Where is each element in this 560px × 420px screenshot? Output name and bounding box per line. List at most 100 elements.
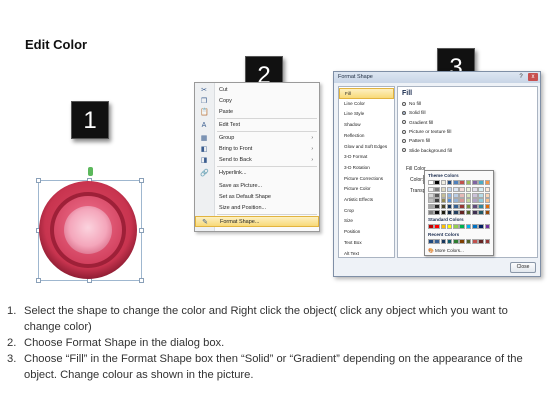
menu-item-copy[interactable]: ❐ Copy <box>195 96 319 107</box>
category-crop[interactable]: Crop <box>339 206 394 217</box>
help-button[interactable]: ? <box>516 73 526 81</box>
color-swatch[interactable] <box>484 204 491 210</box>
color-swatch[interactable] <box>459 187 465 192</box>
color-swatch[interactable] <box>478 224 484 229</box>
menu-item-cut[interactable]: ✂ Cut <box>195 85 319 96</box>
color-swatch[interactable] <box>440 180 447 185</box>
category-line-color[interactable]: Line Color <box>339 99 394 110</box>
category-picture-corrections[interactable]: Picture Corrections <box>339 174 394 185</box>
color-swatch[interactable] <box>453 204 459 210</box>
radio-button-icon[interactable] <box>402 101 406 106</box>
fill-option-solid-fill[interactable]: Solid fill <box>402 110 426 117</box>
color-swatch[interactable] <box>484 198 491 204</box>
category-picture-color[interactable]: Picture Color <box>339 184 394 195</box>
color-swatch[interactable] <box>459 180 465 185</box>
color-swatch[interactable] <box>434 187 440 192</box>
color-swatch[interactable] <box>459 204 465 210</box>
category-shadow[interactable]: Shadow <box>339 120 394 131</box>
radio-button-icon[interactable] <box>402 111 406 116</box>
color-swatch[interactable] <box>459 224 465 229</box>
color-swatch[interactable] <box>434 180 440 185</box>
radio-button-icon[interactable] <box>402 129 406 134</box>
close-icon[interactable]: x <box>528 73 538 81</box>
menu-item-hyperlink[interactable]: 🔗 Hyperlink... <box>195 168 319 179</box>
color-swatch[interactable] <box>440 204 447 210</box>
color-swatch[interactable] <box>471 192 478 198</box>
color-swatch[interactable] <box>428 239 434 244</box>
color-swatch[interactable] <box>446 187 453 192</box>
menu-item-send-to-back[interactable]: ◨ Send to Back › <box>195 155 319 166</box>
color-swatch[interactable] <box>440 224 447 229</box>
color-swatch[interactable] <box>478 209 484 215</box>
radio-button-icon[interactable] <box>402 120 406 125</box>
color-swatch[interactable] <box>453 224 459 229</box>
color-swatch[interactable] <box>446 198 453 204</box>
category-size[interactable]: Size <box>339 216 394 227</box>
fill-option-no-fill[interactable]: No fill <box>402 101 421 108</box>
color-swatch[interactable] <box>471 204 478 210</box>
color-swatch[interactable] <box>440 187 447 192</box>
color-swatch[interactable] <box>434 224 440 229</box>
more-colors-link[interactable]: 🎨 More Colors... <box>428 248 464 254</box>
color-swatch[interactable] <box>434 198 440 204</box>
fill-option-picture-or-texture-fill[interactable]: Picture or texture fill <box>402 129 451 136</box>
menu-item-format-shape[interactable]: ✎ Format Shape... <box>195 216 319 227</box>
color-swatch[interactable] <box>446 180 453 185</box>
category-reflection[interactable]: Reflection <box>339 131 394 142</box>
category-line-style[interactable]: Line Style <box>339 109 394 120</box>
color-swatch[interactable] <box>484 239 491 244</box>
color-swatch[interactable] <box>440 209 447 215</box>
color-swatch[interactable] <box>465 239 472 244</box>
color-swatch[interactable] <box>459 192 465 198</box>
color-swatch[interactable] <box>434 209 440 215</box>
menu-item-save-as-picture[interactable]: Save as Picture... <box>195 181 319 192</box>
color-swatch[interactable] <box>459 239 465 244</box>
color-swatch[interactable] <box>465 192 472 198</box>
category-3-d-rotation[interactable]: 3-D Rotation <box>339 163 394 174</box>
radio-button-icon[interactable] <box>402 138 406 143</box>
color-swatch[interactable] <box>453 198 459 204</box>
color-swatch[interactable] <box>440 192 447 198</box>
close-button[interactable]: Close <box>510 262 536 273</box>
fill-option-gradient-fill[interactable]: Gradient fill <box>402 120 433 127</box>
color-swatch[interactable] <box>434 192 440 198</box>
color-swatch[interactable] <box>434 204 440 210</box>
color-swatch[interactable] <box>471 224 478 229</box>
color-swatch[interactable] <box>484 224 491 229</box>
color-swatch[interactable] <box>484 187 491 192</box>
color-swatch[interactable] <box>459 198 465 204</box>
color-swatch[interactable] <box>478 204 484 210</box>
radio-button-icon[interactable] <box>402 148 406 153</box>
color-swatch[interactable] <box>446 239 453 244</box>
category-text-box[interactable]: Text Box <box>339 238 394 249</box>
category-fill[interactable]: Fill <box>339 88 394 99</box>
color-swatch[interactable] <box>478 187 484 192</box>
color-swatch[interactable] <box>453 180 459 185</box>
color-swatch[interactable] <box>478 192 484 198</box>
color-swatch[interactable] <box>478 198 484 204</box>
color-swatch[interactable] <box>428 198 434 204</box>
color-swatch[interactable] <box>446 224 453 229</box>
color-swatch[interactable] <box>465 204 472 210</box>
color-swatch[interactable] <box>478 239 484 244</box>
category-artistic-effects[interactable]: Artistic Effects <box>339 195 394 206</box>
color-swatch[interactable] <box>434 239 440 244</box>
color-swatch[interactable] <box>453 192 459 198</box>
color-swatch[interactable] <box>484 192 491 198</box>
menu-item-edit-text[interactable]: A Edit Text <box>195 120 319 131</box>
color-swatch[interactable] <box>453 239 459 244</box>
color-swatch[interactable] <box>465 198 472 204</box>
menu-item-set-as-default-shape[interactable]: Set as Default Shape <box>195 192 319 203</box>
color-swatch[interactable] <box>446 204 453 210</box>
color-swatch[interactable] <box>459 209 465 215</box>
color-swatch[interactable] <box>428 187 434 192</box>
color-swatch[interactable] <box>484 209 491 215</box>
color-swatch[interactable] <box>446 192 453 198</box>
color-swatch[interactable] <box>453 187 459 192</box>
color-swatch[interactable] <box>471 209 478 215</box>
fill-option-slide-background-fill[interactable]: Slide background fill <box>402 148 452 155</box>
fill-option-pattern-fill[interactable]: Pattern fill <box>402 138 430 145</box>
color-swatch[interactable] <box>471 239 478 244</box>
menu-item-group[interactable]: ▦ Group › <box>195 133 319 144</box>
color-swatch[interactable] <box>428 224 434 229</box>
